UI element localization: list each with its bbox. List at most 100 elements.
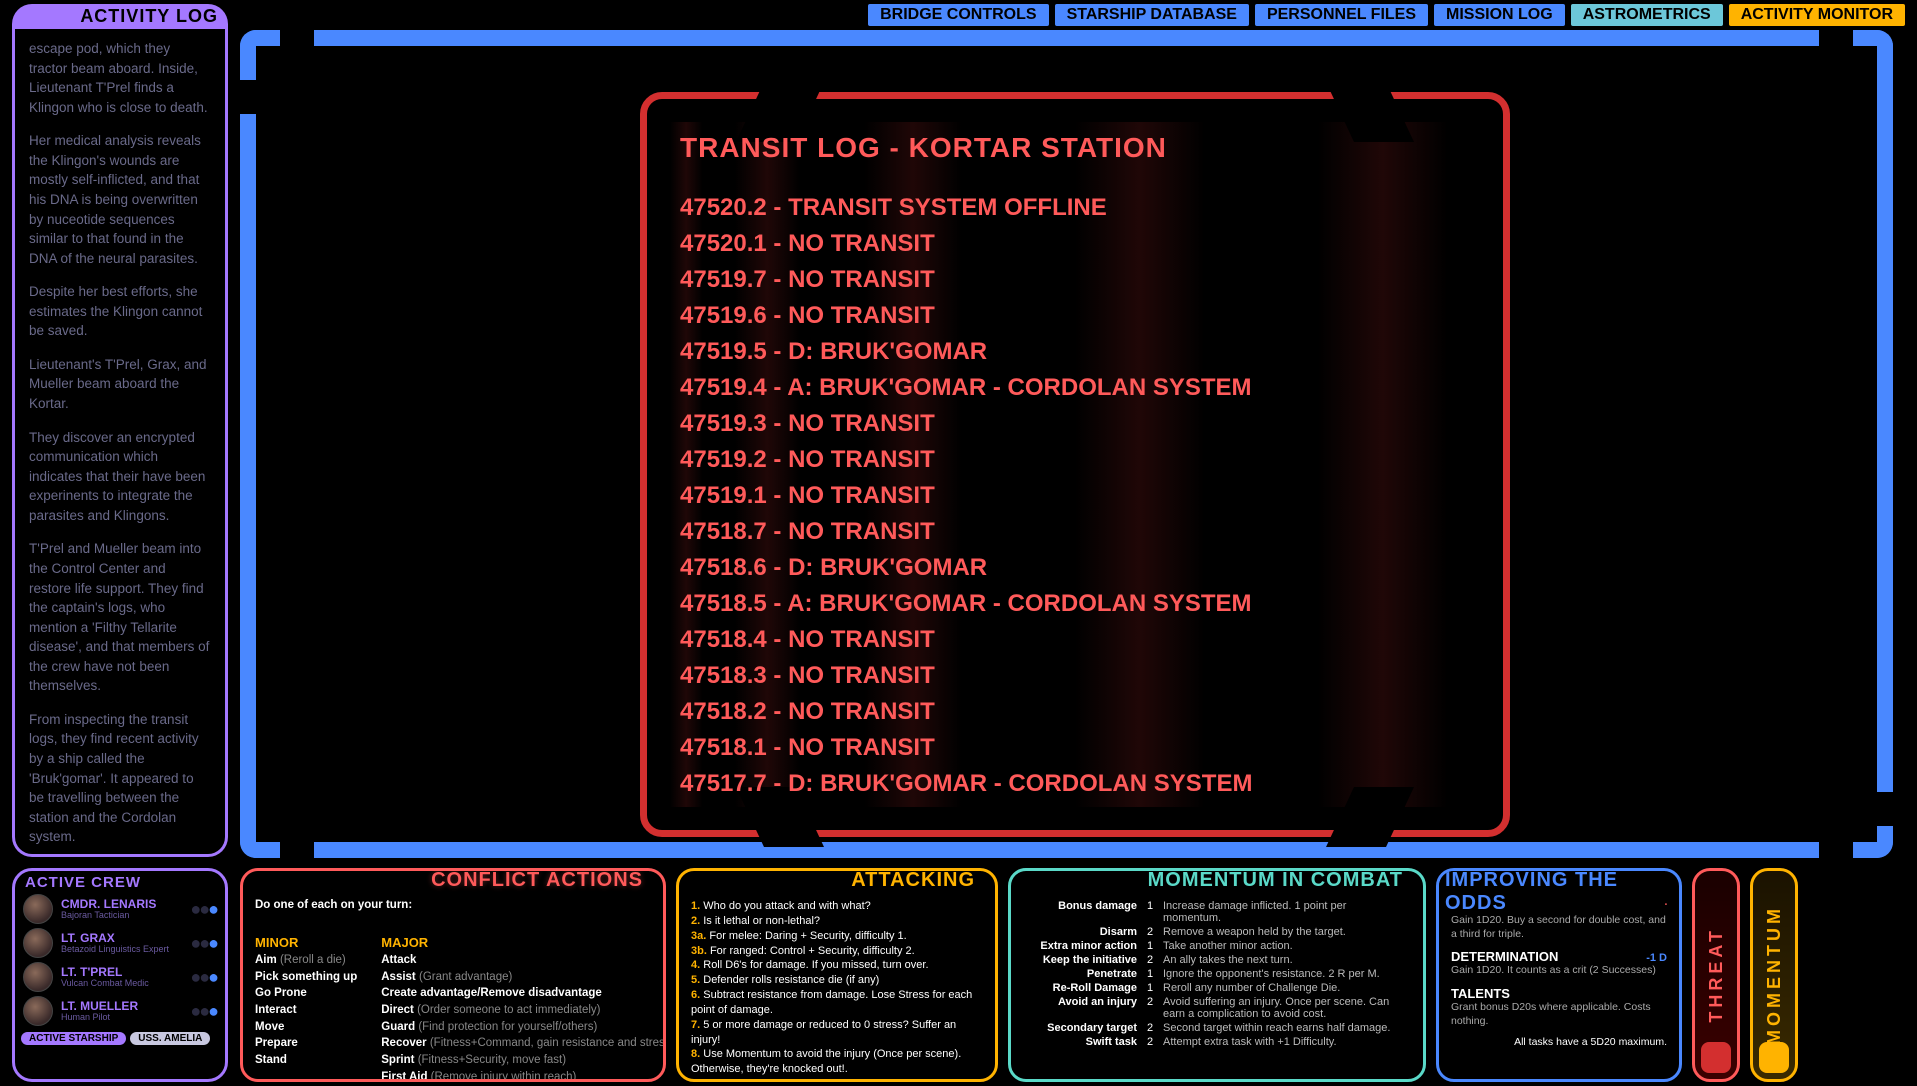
conflict-intro: Do one of each on your turn: xyxy=(255,899,651,911)
crew-name: LT. T'PREL xyxy=(61,966,182,978)
crew-role: Human Pilot xyxy=(61,1012,182,1023)
momentum-row: Bonus damage1Increase damage inflicted. … xyxy=(1023,899,1411,925)
frame-gap xyxy=(280,30,314,46)
crew-status-dots: ●●● xyxy=(190,1001,217,1022)
frame-gap xyxy=(1877,792,1893,826)
frame-gap xyxy=(280,842,314,858)
transit-log-entry: 47520.1 - NO TRANSIT xyxy=(680,226,1470,262)
odds-det-label: DETERMINATION xyxy=(1451,949,1558,964)
conflict-action-item: Recover (Fitness+Command, gain resistanc… xyxy=(381,1035,666,1052)
conflict-major-list: Attack Assist (Grant advantage)Create ad… xyxy=(381,952,666,1082)
transit-log-entry: 47519.3 - NO TRANSIT xyxy=(680,406,1470,442)
avatar xyxy=(23,894,53,924)
activity-log-body[interactable]: escape pod, which they tractor beam aboa… xyxy=(12,29,228,857)
crew-row[interactable]: LT. MUELLER Human Pilot ●●● xyxy=(15,994,225,1028)
attacking-step: 7. 5 or more damage or reduced to 0 stre… xyxy=(691,1018,983,1048)
nav-tab-mission-log[interactable]: MISSION LOG xyxy=(1434,4,1565,26)
frame-gap xyxy=(1819,30,1853,46)
transit-log-entry: 47517.7 - D: BRUK'GOMAR - CORDOLAN SYSTE… xyxy=(680,766,1470,802)
gauge-group: THREAT MOMENTUM xyxy=(1692,868,1798,1082)
avatar xyxy=(23,996,53,1026)
frame-rail-left xyxy=(240,30,256,858)
frame-rail-top xyxy=(240,30,1893,46)
active-crew-footer: ACTIVE STARSHIP USS. AMELIA xyxy=(15,1028,225,1051)
transit-log-entry: 47518.1 - NO TRANSIT xyxy=(680,730,1470,766)
attacking-step: 3a. For melee: Daring + Security, diffic… xyxy=(691,929,983,944)
odds-footer: All tasks have a 5D20 maximum. xyxy=(1451,1036,1667,1048)
panel-momentum: MOMENTUM IN COMBAT Bonus damage1Increase… xyxy=(1008,868,1426,1082)
transit-log-entry: 47519.1 - NO TRANSIT xyxy=(680,478,1470,514)
top-nav: BRIDGE CONTROLS STARSHIP DATABASE PERSONNE… xyxy=(868,4,1905,26)
odds-title: IMPROVING THE ODDS xyxy=(1439,869,1665,915)
momentum-row: Secondary target2Second target within re… xyxy=(1023,1021,1411,1035)
momentum-row: Keep the initiative2An ally takes the ne… xyxy=(1023,953,1411,967)
transit-log-entry: 47518.2 - NO TRANSIT xyxy=(680,694,1470,730)
odds-talents-desc: Grant bonus D20s where applicable. Costs… xyxy=(1451,1001,1667,1028)
nav-tab-starship-database[interactable]: STARSHIP DATABASE xyxy=(1055,4,1249,26)
panel-attacking: ATTACKING 1. Who do you attack and with … xyxy=(676,868,998,1082)
conflict-action-item: Move xyxy=(255,1019,357,1036)
odds-talents-label: TALENTS xyxy=(1451,986,1510,1001)
bottom-panels: CONFLICT ACTIONS Do one of each on your … xyxy=(240,868,1905,1082)
momentum-row: Extra minor action1Take another minor ac… xyxy=(1023,939,1411,953)
frame-gap xyxy=(240,80,256,114)
activity-log-paragraph: From inspecting the transit logs, they f… xyxy=(29,710,211,847)
crew-row[interactable]: LT. T'PREL Vulcan Combat Medic ●●● xyxy=(15,960,225,994)
momentum-table: Bonus damage1Increase damage inflicted. … xyxy=(1023,899,1411,1049)
frame-rail-bottom xyxy=(240,842,1893,858)
odds-det-desc: Gain 1D20. It counts as a crit (2 Succes… xyxy=(1451,964,1667,978)
activity-log-paragraph: Lieutenant's T'Prel, Grax, and Mueller b… xyxy=(29,355,211,414)
nav-tab-bridge-controls[interactable]: BRIDGE CONTROLS xyxy=(868,4,1048,26)
transit-log-entry: 47518.6 - D: BRUK'GOMAR xyxy=(680,550,1470,586)
activity-log-paragraph: Her medical analysis reveals the Klingon… xyxy=(29,131,211,268)
panel-odds: IMPROVING THE ODDS CREATE ADVANTAGE -1 M… xyxy=(1436,868,1682,1082)
frame-rail-right xyxy=(1877,30,1893,858)
avatar xyxy=(23,928,53,958)
transit-log-entry: 47520.2 - TRANSIT SYSTEM OFFLINE xyxy=(680,190,1470,226)
momentum-row: Swift task2Attempt extra task with +1 Di… xyxy=(1023,1035,1411,1049)
attacking-step: 3b. For ranged: Control + Security, diff… xyxy=(691,944,983,959)
conflict-action-item: Go Prone xyxy=(255,985,357,1002)
conflict-action-item: Guard (Find protection for yourself/othe… xyxy=(381,1019,666,1036)
crew-name: CMDR. LENARIS xyxy=(61,898,182,910)
activity-log-paragraph: Despite her best efforts, she estimates … xyxy=(29,282,211,341)
nav-tab-activity-monitor[interactable]: ACTIVITY MONITOR xyxy=(1729,4,1905,26)
active-starship-name[interactable]: USS. AMELIA xyxy=(130,1032,210,1045)
momentum-row: Penetrate1Ignore the opponent's resistan… xyxy=(1023,967,1411,981)
threat-gauge-fill xyxy=(1701,1042,1731,1073)
activity-log-paragraph: They discover an encrypted communication… xyxy=(29,428,211,526)
crew-role: Vulcan Combat Medic xyxy=(61,978,182,989)
momentum-gauge[interactable]: MOMENTUM xyxy=(1750,868,1798,1082)
conflict-action-item: Pick something up xyxy=(255,969,357,986)
crew-name: LT. GRAX xyxy=(61,932,182,944)
crew-row[interactable]: LT. GRAX Betazoid Linguistics Expert ●●● xyxy=(15,926,225,960)
activity-log-paragraph: T'Prel and Mueller beam into the Control… xyxy=(29,539,211,696)
crew-row[interactable]: CMDR. LENARIS Bajoran Tactician ●●● xyxy=(15,892,225,926)
conflict-action-item: First Aid (Remove injury within reach) xyxy=(381,1069,666,1082)
attacking-step: 2. Is it lethal or non-lethal? xyxy=(691,914,983,929)
conflict-action-item: Stand xyxy=(255,1052,357,1069)
transit-log-entry: 47519.7 - NO TRANSIT xyxy=(680,262,1470,298)
activity-log-paragraph: escape pod, which they tractor beam aboa… xyxy=(29,39,211,117)
attacking-step: 8. Use Momentum to avoid the injury (Onc… xyxy=(691,1047,983,1077)
active-crew-list: CMDR. LENARIS Bajoran Tactician ●●● LT. … xyxy=(15,892,225,1028)
active-crew-panel: ACTIVE CREW CMDR. LENARIS Bajoran Tactic… xyxy=(12,868,228,1082)
odds-create-desc: Gain 1D20. Buy a second for double cost,… xyxy=(1451,914,1667,941)
attacking-step: 4. Roll D6's for damage. If you missed, … xyxy=(691,958,983,973)
nav-tab-personnel-files[interactable]: PERSONNEL FILES xyxy=(1255,4,1428,26)
momentum-gauge-fill xyxy=(1759,1042,1789,1073)
attacking-steps: 1. Who do you attack and with what?2. Is… xyxy=(691,899,983,1077)
active-crew-title: ACTIVE CREW xyxy=(15,871,225,892)
threat-gauge[interactable]: THREAT xyxy=(1692,868,1740,1082)
attacking-step: 5. Defender rolls resistance die (if any… xyxy=(691,973,983,988)
crew-role: Bajoran Tactician xyxy=(61,910,182,921)
conflict-title: CONFLICT ACTIONS xyxy=(425,869,649,892)
momentum-row: Disarm2Remove a weapon held by the targe… xyxy=(1023,925,1411,939)
crew-status-dots: ●●● xyxy=(190,899,217,920)
conflict-major-col: MAJOR Attack Assist (Grant advantage)Cre… xyxy=(381,935,666,1082)
active-starship-label[interactable]: ACTIVE STARSHIP xyxy=(21,1032,126,1045)
transit-log-entry: 47518.4 - NO TRANSIT xyxy=(680,622,1470,658)
terminal-title: TRANSIT LOG - KORTAR STATION xyxy=(680,132,1470,164)
nav-tab-astrometrics[interactable]: ASTROMETRICS xyxy=(1571,4,1723,26)
threat-gauge-label: THREAT xyxy=(1706,927,1727,1023)
